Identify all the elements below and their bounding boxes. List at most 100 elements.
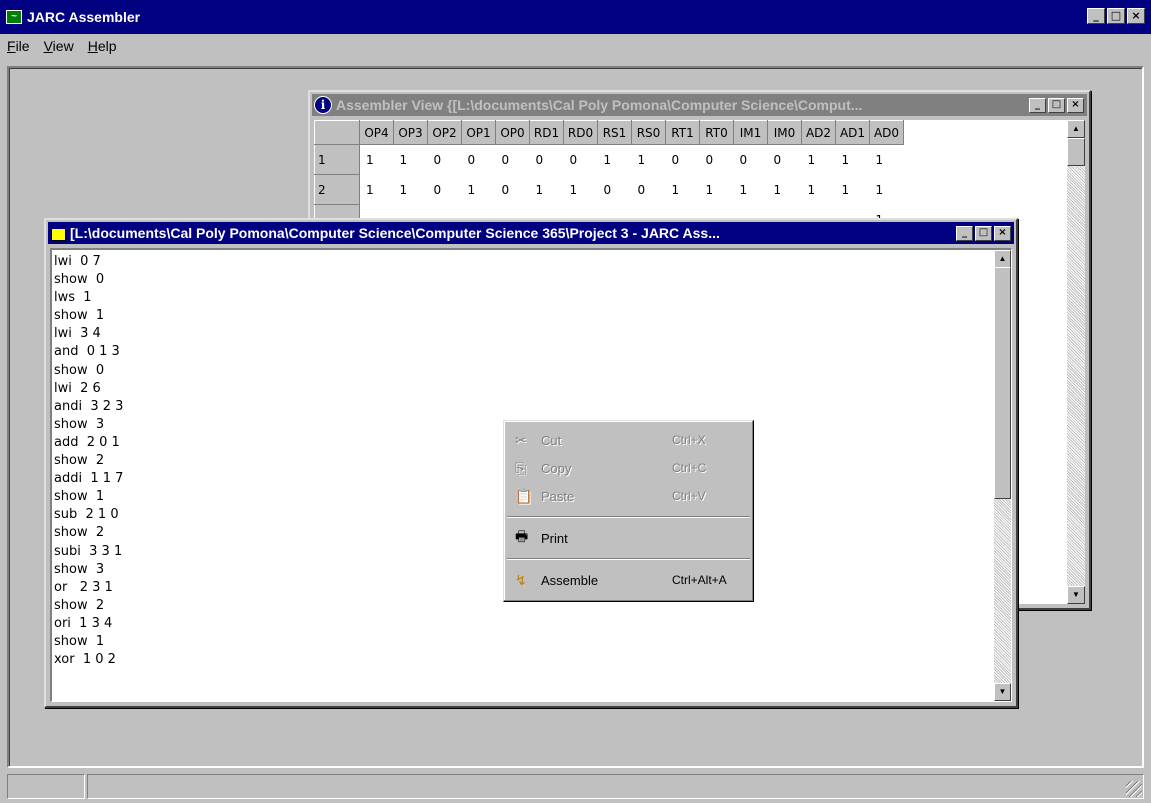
close-icon[interactable]: × bbox=[1067, 97, 1084, 113]
table-cell[interactable]: 1 bbox=[700, 175, 734, 205]
column-header[interactable]: IM1 bbox=[733, 120, 768, 145]
minimize-icon[interactable]: _ bbox=[956, 225, 973, 241]
clipboard-icon: 📋 bbox=[515, 487, 533, 504]
table-cell[interactable]: 0 bbox=[462, 145, 496, 175]
table-cell[interactable]: 0 bbox=[564, 145, 598, 175]
table-cell[interactable]: 1 bbox=[734, 175, 768, 205]
editor-vertical-scrollbar[interactable]: ▲ ▼ bbox=[994, 250, 1011, 701]
table-cell[interactable]: 1 bbox=[632, 145, 666, 175]
close-icon[interactable]: × bbox=[1127, 8, 1145, 24]
code-line[interactable]: ori 1 3 4 bbox=[54, 615, 1011, 633]
table-cell[interactable]: 1 bbox=[462, 175, 496, 205]
table-cell[interactable]: 1 bbox=[666, 175, 700, 205]
table-cell[interactable]: 0 bbox=[530, 145, 564, 175]
resize-grip-icon[interactable] bbox=[1126, 781, 1142, 797]
column-header[interactable]: RT0 bbox=[699, 120, 734, 145]
column-header[interactable]: IM0 bbox=[767, 120, 802, 145]
code-line[interactable]: lwi 2 6 bbox=[54, 380, 1011, 398]
menu-item-copy[interactable]: ⎘ Copy Ctrl+C bbox=[507, 455, 750, 481]
table-cell[interactable]: 0 bbox=[598, 175, 632, 205]
minimize-icon[interactable]: _ bbox=[1087, 8, 1105, 24]
column-header[interactable]: RD0 bbox=[563, 120, 598, 145]
info-icon: i bbox=[314, 96, 332, 114]
table-cell[interactable]: 1 bbox=[836, 175, 870, 205]
editor-titlebar[interactable]: [L:\documents\Cal Poly Pomona\Computer S… bbox=[48, 222, 1014, 244]
column-header[interactable]: OP0 bbox=[495, 120, 530, 145]
table-cell[interactable]: 0 bbox=[700, 145, 734, 175]
scroll-thumb[interactable] bbox=[1067, 138, 1085, 166]
table-cell[interactable]: 1 bbox=[360, 145, 394, 175]
table-cell[interactable]: 1 bbox=[394, 145, 428, 175]
table-cell[interactable]: 1 bbox=[836, 145, 870, 175]
table-cell[interactable]: 1 bbox=[564, 175, 598, 205]
row-header[interactable]: 2 bbox=[314, 174, 360, 205]
column-header[interactable]: OP2 bbox=[427, 120, 462, 145]
column-header[interactable]: RS1 bbox=[597, 120, 632, 145]
assembler-view-titlebar[interactable]: i Assembler View {[L:\documents\Cal Poly… bbox=[312, 94, 1087, 116]
header-row: OP4 OP3 OP2 OP1 OP0 RD1 RD0 RS1 RS0 RT1 RT0 IM1 IM0 A… bbox=[314, 120, 904, 145]
code-line[interactable]: lwi 3 4 bbox=[54, 325, 1011, 343]
column-header[interactable]: OP4 bbox=[359, 120, 394, 145]
app-titlebar[interactable]: ~ JARC Assembler _ □ × bbox=[0, 0, 1151, 34]
code-line[interactable]: lws 1 bbox=[54, 289, 1011, 307]
maximize-icon[interactable]: □ bbox=[1048, 97, 1065, 113]
app-icon: ~ bbox=[6, 10, 22, 24]
column-header[interactable]: RS0 bbox=[631, 120, 666, 145]
maximize-icon[interactable]: □ bbox=[975, 225, 992, 241]
minimize-icon[interactable]: _ bbox=[1029, 97, 1046, 113]
table-cell[interactable]: 0 bbox=[666, 145, 700, 175]
menu-file[interactable]: File bbox=[0, 38, 37, 54]
context-menu: ✂ Cut Ctrl+X ⎘ Copy Ctrl+C 📋 Paste Ctrl+… bbox=[503, 420, 754, 602]
menu-help[interactable]: Help bbox=[81, 38, 124, 54]
table-row[interactable]: 21101011001111111 bbox=[314, 174, 904, 205]
code-line[interactable]: lwi 0 7 bbox=[54, 253, 1011, 271]
column-header[interactable]: OP1 bbox=[461, 120, 496, 145]
code-line[interactable]: andi 3 2 3 bbox=[54, 398, 1011, 416]
code-line[interactable]: show 0 bbox=[54, 362, 1011, 380]
column-header[interactable]: RD1 bbox=[529, 120, 564, 145]
code-line[interactable]: show 1 bbox=[54, 633, 1011, 651]
status-panel-2 bbox=[87, 774, 1144, 799]
table-cell[interactable]: 1 bbox=[360, 175, 394, 205]
column-header[interactable]: OP3 bbox=[393, 120, 428, 145]
menu-item-paste[interactable]: 📋 Paste Ctrl+V bbox=[507, 483, 750, 509]
column-header[interactable]: RT1 bbox=[665, 120, 700, 145]
table-cell[interactable]: 0 bbox=[428, 175, 462, 205]
code-line[interactable]: show 0 bbox=[54, 271, 1011, 289]
code-line[interactable]: and 0 1 3 bbox=[54, 343, 1011, 361]
column-header[interactable]: AD0 bbox=[869, 120, 904, 145]
menu-item-cut[interactable]: ✂ Cut Ctrl+X bbox=[507, 427, 750, 453]
table-cell[interactable]: 0 bbox=[632, 175, 666, 205]
table-cell[interactable]: 1 bbox=[802, 145, 836, 175]
table-row[interactable]: 11100000110000111 bbox=[314, 144, 904, 175]
grid-vertical-scrollbar[interactable]: ▲ ▼ bbox=[1067, 120, 1085, 604]
table-cell[interactable]: 0 bbox=[768, 145, 802, 175]
code-line[interactable]: xor 1 0 2 bbox=[54, 651, 1011, 669]
table-cell[interactable]: 0 bbox=[734, 145, 768, 175]
close-icon[interactable]: × bbox=[994, 225, 1011, 241]
column-header[interactable]: AD2 bbox=[801, 120, 836, 145]
maximize-icon[interactable]: □ bbox=[1107, 8, 1125, 24]
scroll-thumb[interactable] bbox=[994, 267, 1011, 499]
scroll-down-icon[interactable]: ▼ bbox=[1067, 586, 1085, 604]
table-cell[interactable]: 1 bbox=[394, 175, 428, 205]
scroll-up-icon[interactable]: ▲ bbox=[1067, 120, 1085, 138]
table-cell[interactable]: 1 bbox=[870, 145, 904, 175]
menu-item-print[interactable]: 🖶 Print bbox=[507, 525, 750, 551]
table-cell[interactable]: 0 bbox=[496, 145, 530, 175]
code-line[interactable]: show 1 bbox=[54, 307, 1011, 325]
scroll-up-icon[interactable]: ▲ bbox=[994, 250, 1011, 268]
table-cell[interactable]: 0 bbox=[496, 175, 530, 205]
column-header[interactable]: AD1 bbox=[835, 120, 870, 145]
table-cell[interactable]: 1 bbox=[802, 175, 836, 205]
scroll-down-icon[interactable]: ▼ bbox=[994, 683, 1011, 701]
table-cell[interactable]: 1 bbox=[530, 175, 564, 205]
table-cell[interactable]: 1 bbox=[768, 175, 802, 205]
table-cell[interactable]: 0 bbox=[428, 145, 462, 175]
table-cell[interactable]: 1 bbox=[598, 145, 632, 175]
status-bar bbox=[7, 774, 1144, 799]
row-header[interactable]: 1 bbox=[314, 144, 360, 175]
menu-view[interactable]: View bbox=[37, 38, 81, 54]
menu-item-assemble[interactable]: ↯ Assemble Ctrl+Alt+A bbox=[507, 567, 750, 593]
table-cell[interactable]: 1 bbox=[870, 175, 904, 205]
